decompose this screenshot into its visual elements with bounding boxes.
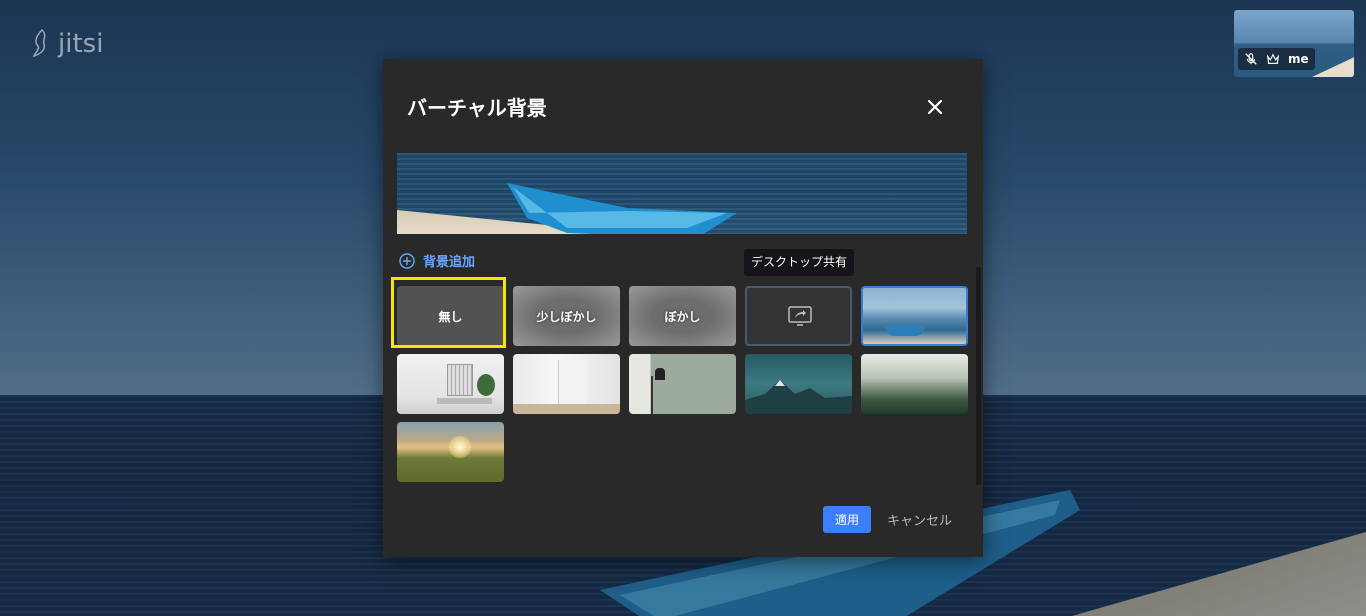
option-image-room-lamp[interactable] [629, 354, 736, 414]
selected-highlight [391, 277, 506, 348]
scrollbar[interactable] [976, 267, 981, 485]
self-view-status-bar: me [1238, 48, 1315, 70]
jitsi-logo: jitsi [30, 28, 103, 60]
option-image-room-empty[interactable] [513, 354, 620, 414]
dialog-title: バーチャル背景 [407, 96, 547, 120]
option-image-sunset-field[interactable] [397, 422, 504, 482]
self-view-thumbnail[interactable]: me [1234, 10, 1354, 77]
mic-off-icon [1245, 53, 1257, 65]
option-desktop-share[interactable] [745, 286, 852, 346]
close-button[interactable] [923, 95, 947, 119]
option-image-mountains[interactable] [745, 354, 852, 414]
add-background-label: 背景追加 [423, 255, 476, 270]
apply-button[interactable]: 適用 [823, 506, 871, 533]
virtual-background-dialog: バーチャル背景 背景追加 デスクトップ共有 無し 少しぼかし ぼかし 適用 キャ… [383, 59, 983, 557]
background-preview [397, 153, 967, 234]
desktop-share-tooltip: デスクトップ共有 [744, 249, 855, 276]
option-image-forest[interactable] [861, 354, 968, 414]
share-screen-icon [788, 306, 812, 326]
self-view-name: me [1288, 52, 1309, 66]
preview-boat-image [507, 183, 737, 234]
close-icon [927, 99, 943, 115]
option-image-beach[interactable] [861, 286, 968, 346]
jitsi-mark-icon [32, 28, 46, 58]
option-blur[interactable]: ぼかし [629, 286, 736, 346]
option-label: ぼかし [664, 309, 701, 324]
cancel-button[interactable]: キャンセル [883, 506, 956, 533]
option-slight-blur[interactable]: 少しぼかし [513, 286, 620, 346]
plus-circle-icon [399, 252, 415, 269]
add-background-button[interactable]: 背景追加 [399, 251, 475, 270]
option-image-room-plant[interactable] [397, 354, 504, 414]
logo-text: jitsi [58, 29, 104, 59]
moderator-crown-icon [1266, 53, 1280, 64]
option-label: 少しぼかし [536, 309, 597, 324]
